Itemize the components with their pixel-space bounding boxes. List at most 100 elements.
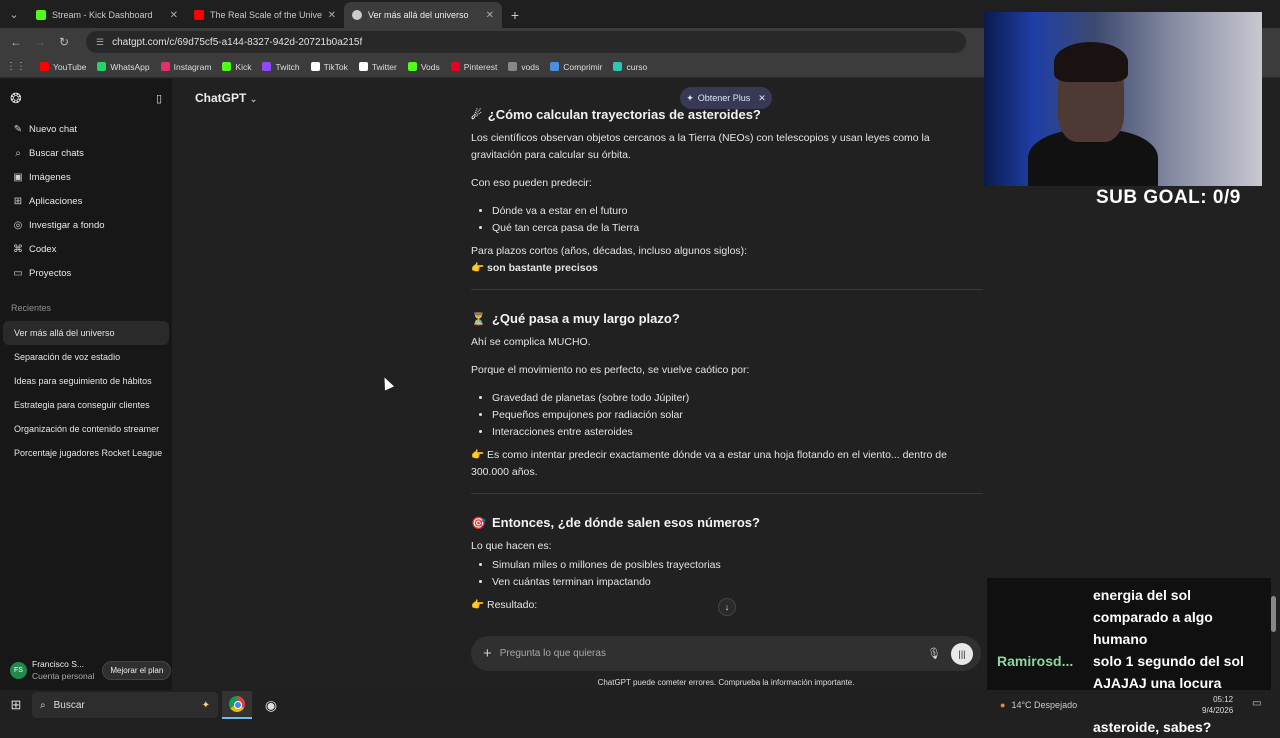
youtube-icon	[40, 62, 49, 71]
divider	[471, 493, 983, 494]
bold-text: son bastante precisos	[487, 262, 598, 274]
chat-history-item[interactable]: Estrategia para conseguir clientes	[3, 393, 169, 417]
bookmark-twitter[interactable]: Twitter	[358, 62, 397, 72]
sidebar-header: ❂ ▯	[0, 79, 172, 117]
user-profile[interactable]: FS Francisco S... Cuenta personal Mejora…	[0, 650, 172, 690]
chat-scrollbar[interactable]	[1271, 596, 1276, 632]
chat-history-item[interactable]: Separación de voz estadio	[3, 345, 169, 369]
taskbar-obs[interactable]: ◉	[256, 691, 286, 719]
sidebar-item-imágenes[interactable]: ▣ Imágenes	[0, 165, 172, 189]
notifications-icon[interactable]: ▭	[1252, 698, 1261, 709]
site-info-icon[interactable]: ☰	[96, 37, 104, 48]
tab-title: The Real Scale of the Universe	[210, 10, 322, 20]
sidebar-item-icon: ◎	[13, 219, 23, 231]
paragraph: Porque el movimiento no es perfecto, se …	[471, 364, 750, 376]
sidebar-item-label: Nuevo chat	[29, 123, 78, 135]
avatar[interactable]: FS	[10, 661, 27, 679]
highlight-line: 👉 Es como intentar predecir exactamente …	[471, 447, 983, 481]
back-icon[interactable]: ←	[4, 35, 28, 49]
close-icon[interactable]: ✕	[328, 10, 336, 21]
sidebar-item-label: Imágenes	[29, 171, 71, 183]
taskbar-search-label: Buscar	[53, 699, 85, 711]
user-info[interactable]: Francisco S... Cuenta personal	[32, 658, 94, 682]
list-item: Interacciones entre asteroides	[492, 424, 983, 441]
bookmark-instagram[interactable]: Instagram	[160, 62, 211, 72]
instagram-icon	[160, 62, 170, 71]
bookmark-comprimir[interactable]: Comprimir	[550, 62, 602, 72]
bookmark-label: vods	[521, 61, 540, 72]
close-icon[interactable]: ✕	[758, 93, 766, 104]
weather-icon: ●	[1000, 700, 1006, 710]
sidebar-item-aplicaciones[interactable]: ⊞ Aplicaciones	[0, 189, 172, 213]
sidebar-item-codex[interactable]: ⌘ Codex	[0, 237, 172, 261]
search-icon: ⌕	[40, 699, 46, 711]
tab-search-button[interactable]: ⌄	[0, 0, 28, 28]
sidebar-item-icon: ▭	[13, 267, 23, 279]
sidebar-item-nuevo-chat[interactable]: ✎ Nuevo chat	[0, 117, 172, 141]
url-bar[interactable]: ☰ chatgpt.com/c/69d75cf5-a144-8327-942d-…	[86, 31, 966, 53]
bookmark-label: TikTok	[323, 61, 348, 72]
bookmark-youtube[interactable]: YouTube	[40, 62, 86, 72]
clock[interactable]: 05:12 9/4/2026	[1202, 694, 1233, 716]
windows-start-icon[interactable]: ⊞	[0, 697, 32, 713]
bookmark-label: Twitch	[275, 61, 300, 72]
chat-text: energia del sol comparado a algo humano	[1093, 587, 1213, 647]
close-icon[interactable]: ✕	[170, 10, 178, 21]
get-plus-button[interactable]: ✦ Obtener Plus ✕	[680, 87, 772, 109]
vods-icon	[407, 62, 417, 71]
bookmark-curso[interactable]: curso	[613, 62, 647, 72]
new-tab-button[interactable]: +	[502, 2, 528, 28]
bookmark-pinterest[interactable]: Pinterest	[450, 62, 497, 72]
highlight-line: 👉 son bastante precisos	[471, 260, 983, 277]
bookmark-tiktok[interactable]: TikTok	[310, 61, 348, 72]
sidebar-item-buscar-chats[interactable]: ⌕ Buscar chats	[0, 141, 172, 165]
divider	[471, 289, 983, 290]
tab-youtube[interactable]: The Real Scale of the Universe ✕	[186, 2, 344, 28]
stream-chat: energia del sol comparado a algo humano …	[987, 578, 1271, 735]
bookmark-label: YouTube	[53, 61, 87, 72]
composer[interactable]: + Pregunta lo que quieras 🎙 |||	[471, 636, 981, 671]
bookmark-vods[interactable]: vods	[508, 62, 539, 72]
weather-widget[interactable]: ● 14°C Despejado	[1000, 690, 1077, 720]
chat-history-item[interactable]: Ver más allá del universo	[3, 321, 169, 345]
prompt-input[interactable]: Pregunta lo que quieras	[500, 648, 927, 659]
apps-grid-icon[interactable]: ⋮⋮	[6, 61, 26, 72]
sparkle-icon: ✦	[686, 92, 694, 103]
chat-history-item[interactable]: Ideas para seguimiento de hábitos	[3, 369, 169, 393]
sidebar-item-icon: ⌘	[13, 243, 23, 255]
voice-mode-button[interactable]: |||	[951, 642, 973, 665]
taskbar-search[interactable]: ⌕ Buscar ✦	[32, 692, 218, 718]
hourglass-icon: ⏳	[471, 311, 486, 326]
bookmark-twitch[interactable]: Twitch	[262, 61, 300, 72]
sidebar-item-label: Investigar a fondo	[29, 219, 105, 231]
bullet-list: Simulan miles o millones de posibles tra…	[471, 557, 983, 591]
bookmark-vods[interactable]: Vods	[407, 62, 440, 72]
microphone-icon[interactable]: 🎙	[927, 647, 941, 660]
forward-icon[interactable]: →	[28, 35, 52, 49]
recents-heading: Recientes	[11, 303, 52, 313]
plus-icon[interactable]: +	[483, 645, 492, 662]
close-icon[interactable]: ✕	[486, 10, 494, 21]
upgrade-plan-button[interactable]: Mejorar el plan	[102, 660, 172, 680]
bookmark-whatsapp[interactable]: WhatsApp	[97, 62, 150, 72]
tab-kick[interactable]: Stream - Kick Dashboard ✕	[28, 2, 186, 28]
reload-icon[interactable]: ↻	[52, 35, 76, 49]
whatsapp-icon	[97, 62, 107, 71]
sidebar-item-icon: ⌕	[15, 147, 21, 159]
curso-icon	[613, 62, 623, 71]
tab-chatgpt[interactable]: Ver más allá del universo ✕	[344, 2, 502, 28]
sidebar-item-investigar-a-fondo[interactable]: ◎ Investigar a fondo	[0, 213, 172, 237]
section-heading: 🎯 Entonces, ¿de dónde salen esos números…	[471, 515, 983, 530]
sidebar-item-proyectos[interactable]: ▭ Proyectos	[0, 261, 172, 285]
scroll-down-button[interactable]: ↓	[718, 598, 736, 616]
kick-icon	[36, 10, 46, 20]
taskbar-chrome[interactable]	[222, 691, 252, 719]
comet-icon: ☄	[471, 107, 482, 122]
chat-history-item[interactable]: Organización de contenido streamer	[3, 417, 169, 441]
openai-logo-icon[interactable]: ❂	[10, 90, 22, 107]
chat-history-item[interactable]: Porcentaje jugadores Rocket League	[3, 441, 169, 465]
bookmark-kick[interactable]: Kick	[222, 62, 251, 72]
sidebar-toggle-icon[interactable]: ▯	[156, 92, 162, 105]
paragraph: Lo que hacen es:	[471, 540, 552, 552]
model-selector[interactable]: ChatGPT ⌄	[195, 91, 257, 105]
